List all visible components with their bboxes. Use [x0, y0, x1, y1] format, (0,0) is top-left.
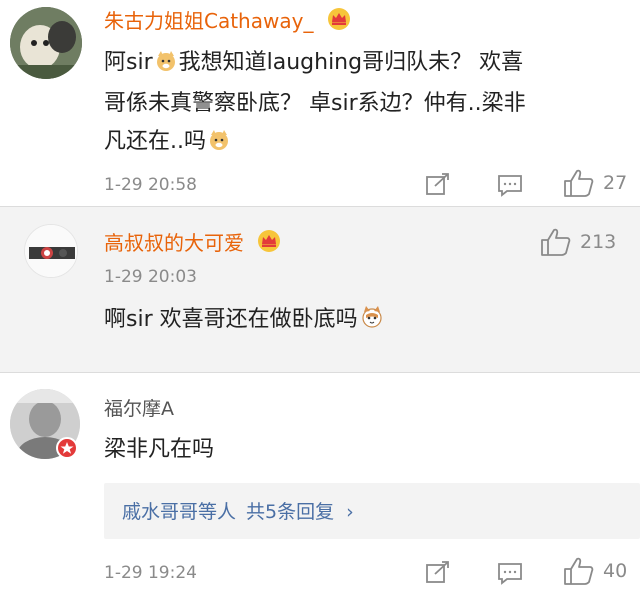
comment-item: 高叔叔的大可爱 213 1-29 20:03 啊sir 欢喜哥还在做卧底吗: [0, 207, 640, 372]
reply-users[interactable]: 戚水哥哥等人: [122, 501, 236, 523]
reply-count[interactable]: 共5条回复: [246, 501, 334, 523]
avatar[interactable]: [10, 7, 82, 79]
comment-text-part: 阿sir: [104, 50, 153, 75]
comment-button[interactable]: [496, 171, 524, 199]
like-count: 27: [603, 172, 628, 194]
comment-icon: [498, 175, 522, 197]
comment-text: 啊sir 欢喜哥还在做卧底吗: [104, 301, 624, 342]
username[interactable]: 朱古力姐姐Cathaway_: [104, 7, 352, 37]
cat-emoji-icon: [360, 304, 384, 342]
username[interactable]: 福尔摩A: [104, 396, 174, 422]
repost-icon: [426, 561, 449, 583]
comment-icon: [498, 563, 522, 585]
doge-emoji-icon: [208, 126, 230, 164]
comment-time: 1-29 20:58: [104, 175, 197, 195]
crown-icon: [256, 229, 282, 259]
thumb-up-icon: [564, 169, 594, 197]
doge-emoji-icon: [155, 47, 177, 85]
chevron-right-icon: ›: [346, 501, 354, 523]
like-button[interactable]: 27: [563, 168, 627, 198]
verified-badge-icon: [56, 437, 78, 459]
comment-text-part: 啊sir 欢喜哥还在做卧底吗: [104, 307, 358, 332]
username[interactable]: 高叔叔的大可爱: [104, 229, 282, 259]
comment-time: 1-29 19:24: [104, 563, 197, 583]
avatar[interactable]: [24, 224, 78, 278]
like-count: 40: [603, 560, 628, 582]
comment-text-line: 哥係未真警察卧底？ 卓sir系边？仲有..梁非: [104, 91, 526, 116]
like-count: 213: [580, 231, 617, 253]
like-button[interactable]: 40: [563, 556, 627, 586]
comment-text-part: 凡还在..吗: [104, 129, 206, 154]
crown-icon: [326, 7, 352, 37]
repost-button[interactable]: [424, 558, 452, 586]
repost-button[interactable]: [424, 170, 452, 198]
thumb-up-icon: [541, 228, 571, 256]
like-button[interactable]: 213: [540, 227, 616, 257]
thumb-up-icon: [564, 557, 594, 585]
comment-time: 1-29 20:03: [104, 267, 197, 287]
reply-summary[interactable]: 戚水哥哥等人 共5条回复 ›: [122, 497, 354, 524]
repost-icon: [426, 173, 449, 195]
comment-item: 朱古力姐姐Cathaway_ 阿sir 我想知道laughing哥归队未？ 欢喜 …: [0, 0, 640, 206]
comment-text: 阿sir 我想知道laughing哥归队未？ 欢喜 哥係未真警察卧底？ 卓sir系…: [104, 44, 634, 164]
comment-text-part: 我想知道laughing哥归队未？ 欢喜: [178, 50, 524, 75]
username-text[interactable]: 朱古力姐姐Cathaway_: [104, 9, 313, 33]
reply-summary-box[interactable]: 戚水哥哥等人 共5条回复 ›: [104, 483, 640, 539]
comment-button[interactable]: [496, 559, 524, 587]
username-text[interactable]: 高叔叔的大可爱: [104, 231, 244, 255]
comment-text: 梁非凡在吗: [104, 437, 215, 462]
